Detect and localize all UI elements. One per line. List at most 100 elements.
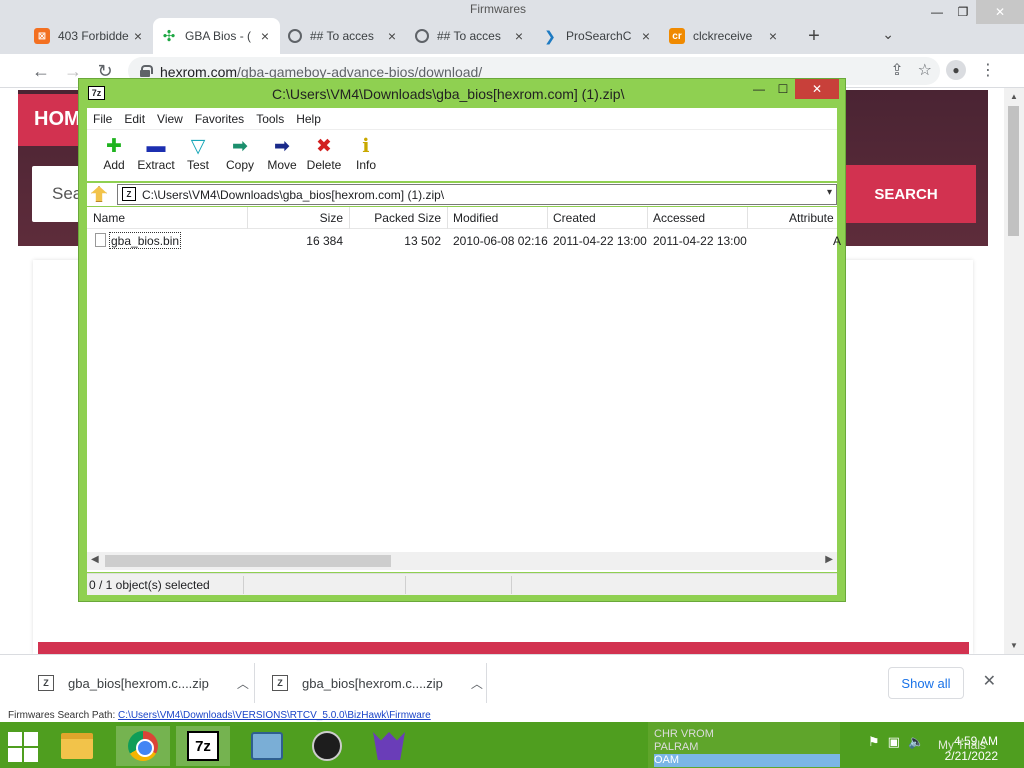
- zip-archive-icon: Z: [122, 187, 136, 201]
- col-modified[interactable]: Modified: [453, 211, 498, 227]
- site-search-button[interactable]: SEARCH: [836, 165, 976, 223]
- tab-label: ## To acces: [310, 29, 374, 43]
- scroll-down-icon[interactable]: ▼: [1010, 641, 1018, 650]
- extract-label: Extract: [137, 158, 175, 172]
- start-button[interactable]: [6, 730, 38, 762]
- column-divider[interactable]: [647, 207, 648, 229]
- flag-icon[interactable]: ⚑: [868, 734, 880, 750]
- close-icon[interactable]: ✕: [983, 671, 996, 691]
- download-divider: [254, 663, 255, 703]
- horizontal-scrollbar[interactable]: ◀ ▶: [87, 552, 837, 570]
- column-divider[interactable]: [447, 207, 448, 229]
- scroll-right-icon[interactable]: ▶: [825, 554, 833, 565]
- close-icon[interactable]: ×: [385, 28, 399, 44]
- system-tray: ⚑ ▣ 🔈: [868, 734, 924, 750]
- close-icon[interactable]: ×: [512, 28, 526, 44]
- tab-label: 403 Forbidde: [58, 29, 129, 43]
- tab-search-chevron-icon[interactable]: ⌄: [882, 26, 894, 43]
- menu-file[interactable]: File: [87, 112, 118, 126]
- firmware-path-label: Firmwares Search Path:: [8, 710, 116, 721]
- firmware-path-link[interactable]: C:\Users\VM4\Downloads\VERSIONS\RTCV_5.0…: [118, 710, 431, 721]
- chevron-down-icon[interactable]: ▾: [827, 187, 832, 198]
- close-window-button[interactable]: ✕: [795, 79, 839, 99]
- menu-favorites[interactable]: Favorites: [189, 112, 250, 126]
- clock-time: 4:59 AM: [953, 734, 998, 748]
- minimize-button[interactable]: —: [747, 79, 771, 99]
- column-divider[interactable]: [747, 207, 748, 229]
- copy-button[interactable]: ➡ Copy: [219, 130, 261, 182]
- tab-list: ⊠ 403 Forbidde × ✣ GBA Bios - ( × ## To …: [26, 18, 832, 54]
- scroll-thumb[interactable]: [105, 555, 391, 567]
- minimize-button[interactable]: —: [924, 0, 950, 24]
- close-window-button[interactable]: ✕: [976, 0, 1024, 24]
- tab-403-forbidden[interactable]: ⊠ 403 Forbidde ×: [26, 18, 153, 54]
- chevron-up-icon[interactable]: ︿: [471, 675, 483, 692]
- back-arrow-icon[interactable]: ←: [30, 60, 52, 82]
- menu-help[interactable]: Help: [290, 112, 327, 126]
- show-all-button[interactable]: Show all: [888, 667, 964, 699]
- move-button[interactable]: ➡ Move: [261, 130, 303, 182]
- col-size[interactable]: Size: [247, 211, 343, 227]
- tab-clckreceiver[interactable]: cr clckreceive ×: [661, 18, 788, 54]
- tab-prosearch[interactable]: ❯ ProSearchC ×: [534, 18, 661, 54]
- panel-line: PALRAM: [654, 741, 699, 753]
- network-tray-icon[interactable]: ▣: [888, 734, 900, 750]
- close-icon[interactable]: ×: [258, 28, 272, 44]
- zip-file-icon: Z: [272, 675, 288, 691]
- col-name[interactable]: Name: [93, 211, 125, 227]
- taskbar-chrome[interactable]: [116, 726, 170, 766]
- extract-button[interactable]: ▬ Extract: [135, 130, 177, 182]
- menu-dots-icon[interactable]: ⋮: [980, 60, 996, 80]
- taskbar-network-app[interactable]: [240, 726, 294, 766]
- menu-view[interactable]: View: [151, 112, 189, 126]
- close-icon[interactable]: ×: [639, 28, 653, 44]
- col-packed-size[interactable]: Packed Size: [349, 211, 441, 227]
- volume-icon[interactable]: 🔈: [908, 734, 924, 750]
- status-divider: [405, 576, 406, 594]
- maximize-button[interactable]: ❐: [950, 0, 976, 24]
- info-button[interactable]: ℹ Info: [345, 130, 387, 182]
- scroll-up-icon[interactable]: ▲: [1010, 92, 1018, 101]
- add-button[interactable]: ✚ Add: [93, 130, 135, 182]
- tab-label: ProSearchC: [566, 29, 632, 43]
- col-attributes[interactable]: Attribute: [789, 211, 834, 227]
- folder-icon: [61, 733, 93, 759]
- page-scrollbar[interactable]: ▲ ▼: [1004, 88, 1024, 654]
- taskbar-bizhawk[interactable]: [362, 726, 416, 766]
- sevenzip-titlebar[interactable]: 7z C:\Users\VM4\Downloads\gba_bios[hexro…: [79, 79, 845, 107]
- bizhawk-icon: [373, 732, 405, 760]
- new-tab-button[interactable]: +: [796, 18, 832, 54]
- download-item[interactable]: Z gba_bios[hexrom.c....zip ︿: [38, 663, 249, 703]
- col-accessed[interactable]: Accessed: [653, 211, 705, 227]
- scroll-thumb[interactable]: [1008, 106, 1019, 236]
- bookmark-star-icon[interactable]: ☆: [918, 60, 932, 80]
- tab-label: ## To acces: [437, 29, 501, 43]
- close-icon[interactable]: ×: [766, 28, 780, 44]
- profile-avatar[interactable]: ●: [946, 60, 966, 80]
- col-created[interactable]: Created: [553, 211, 596, 227]
- maximize-button[interactable]: ☐: [771, 79, 795, 99]
- taskbar-file-explorer[interactable]: [50, 726, 104, 766]
- chevron-up-icon[interactable]: ︿: [237, 675, 249, 692]
- taskbar-anonymous-app[interactable]: [300, 726, 354, 766]
- scroll-left-icon[interactable]: ◀: [91, 554, 99, 565]
- anonymous-mask-icon: [312, 731, 342, 761]
- menu-tools[interactable]: Tools: [250, 112, 290, 126]
- column-divider[interactable]: [547, 207, 548, 229]
- share-icon[interactable]: ⇪: [890, 60, 903, 80]
- file-name[interactable]: gba_bios.bin: [109, 232, 182, 249]
- menu-edit[interactable]: Edit: [118, 112, 151, 126]
- background-panel-list: CHR VROM PALRAM OAM: [648, 722, 840, 768]
- tab-to-access-2[interactable]: ## To acces ×: [407, 18, 534, 54]
- close-icon[interactable]: ×: [131, 28, 145, 44]
- tab-gba-bios[interactable]: ✣ GBA Bios - ( ×: [153, 18, 280, 54]
- tab-to-access-1[interactable]: ## To acces ×: [280, 18, 407, 54]
- delete-button[interactable]: ✖ Delete: [303, 130, 345, 182]
- taskbar-clock[interactable]: 4:59 AM 2/21/2022: [945, 734, 998, 764]
- test-button[interactable]: ▽ Test: [177, 130, 219, 182]
- path-combobox[interactable]: Z C:\Users\VM4\Downloads\gba_bios[hexrom…: [117, 184, 837, 205]
- download-item[interactable]: Z gba_bios[hexrom.c....zip ︿: [272, 663, 483, 703]
- taskbar-7zip[interactable]: 7z: [176, 726, 230, 766]
- up-folder-icon[interactable]: [91, 186, 107, 202]
- table-row[interactable]: gba_bios.bin 16 384 13 502 2010-06-08 02…: [87, 231, 841, 249]
